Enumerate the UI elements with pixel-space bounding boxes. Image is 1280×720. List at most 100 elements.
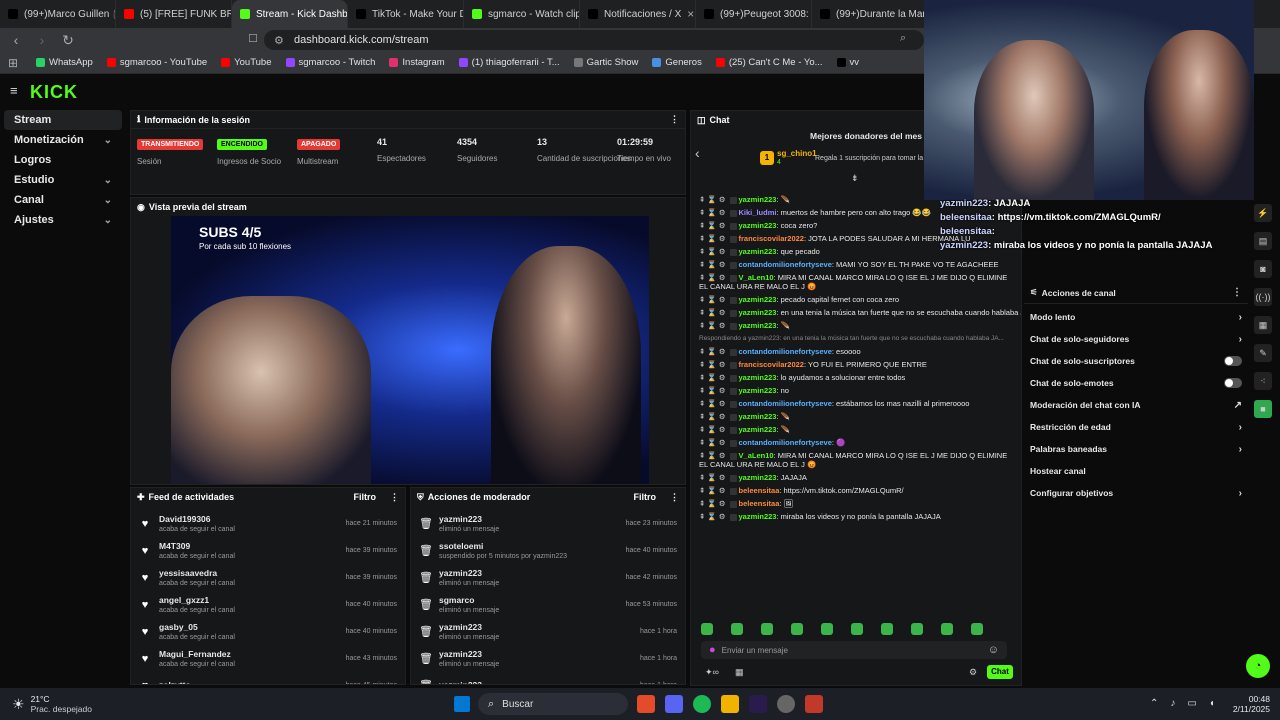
chat-username[interactable]: Kiki_ludmi bbox=[739, 208, 777, 217]
item-username[interactable]: yazmin223 bbox=[439, 514, 499, 524]
sidebar-item[interactable]: Estudio ⌄ bbox=[4, 170, 122, 190]
item-username[interactable]: sgmarco bbox=[439, 595, 499, 605]
chat-message[interactable]: ⇞ ⌛ ⚙ yazmin223: JAJAJA bbox=[691, 473, 1021, 482]
chat-username[interactable]: yazmin223 bbox=[739, 321, 777, 330]
hamburger-menu-icon[interactable]: ≡ bbox=[10, 83, 18, 98]
broadcast-icon[interactable]: ((·)) bbox=[1254, 288, 1272, 306]
list-item[interactable]: 🗑 yazmin223 eliminó un mensaje hace 1 hora bbox=[411, 618, 685, 645]
emote-icon[interactable] bbox=[791, 623, 803, 635]
sidebar-item[interactable]: Monetización ⌄ bbox=[4, 130, 122, 150]
chat-username[interactable]: contandomilionefortyseve bbox=[739, 347, 832, 356]
list-item[interactable]: ♥ zolzytto hace 45 minutos bbox=[131, 672, 405, 685]
chat-tools-icon[interactable]: ✦∞ bbox=[705, 667, 719, 678]
list-item[interactable]: ♥ M4T309 acaba de seguir el canal hace 39 m… bbox=[131, 537, 405, 564]
mod-tools-icon[interactable]: ⇞ ⌛ ⚙ bbox=[699, 221, 726, 230]
chat-input[interactable]: ● Enviar un mensaje ☺ bbox=[701, 641, 1007, 659]
item-username[interactable]: gasby_05 bbox=[159, 622, 235, 632]
list-item[interactable]: 🗑 yazmin223 hace 1 hora bbox=[411, 672, 685, 685]
send-chat-button[interactable]: Chat bbox=[987, 665, 1013, 679]
chat-username[interactable]: yazmin223 bbox=[739, 247, 777, 256]
calendar-icon[interactable]: ▦ bbox=[735, 667, 744, 678]
gift-cta[interactable]: Regala 1 suscripción para tomar la bbox=[815, 155, 923, 162]
channel-action-item[interactable]: Hostear canal bbox=[1024, 460, 1248, 482]
chat-message[interactable]: ⇞ ⌛ ⚙ yazmin223: en una tenia la música t… bbox=[691, 308, 1021, 317]
spotify-icon[interactable] bbox=[693, 695, 711, 713]
mod-tools-icon[interactable]: ⇞ ⌛ ⚙ bbox=[699, 386, 726, 395]
windows-start-icon[interactable] bbox=[454, 696, 470, 712]
pin-icon[interactable]: ⇟ bbox=[851, 173, 859, 184]
back-icon[interactable]: ‹ bbox=[6, 32, 26, 48]
sidebar-item[interactable]: Stream bbox=[4, 110, 122, 130]
browser-tab[interactable]: (99+)Marco Guillen 🦍× bbox=[0, 0, 116, 28]
mod-tools-icon[interactable]: ⇞ ⌛ ⚙ bbox=[699, 451, 726, 460]
chat-message[interactable]: ⇞ ⌛ ⚙ V_aLen10: MIRA MI CANAL MARCO MIRA … bbox=[691, 451, 1021, 469]
item-username[interactable]: David199306 bbox=[159, 514, 235, 524]
channel-action-item[interactable]: Chat de solo-suscriptores bbox=[1024, 350, 1248, 372]
sidebar-item[interactable]: Canal ⌄ bbox=[4, 190, 122, 210]
chat-settings-icon[interactable]: ⚙ bbox=[969, 667, 977, 678]
list-item[interactable]: 🗑 yazmin223 eliminó un mensaje hace 1 hora bbox=[411, 645, 685, 672]
mod-tools-icon[interactable]: ⇞ ⌛ ⚙ bbox=[699, 208, 726, 217]
chat-message[interactable]: ⇞ ⌛ ⚙ yazmin223: 🪶 bbox=[691, 412, 1021, 421]
bookmark-item[interactable]: sgmarcoo - Twitch bbox=[285, 57, 375, 68]
reload-icon[interactable]: ↻ bbox=[58, 32, 78, 49]
browser-tab[interactable]: sgmarco - Watch clips× bbox=[464, 0, 580, 28]
list-item[interactable]: 🗑 ssoteloemi suspendido por 5 minutos por … bbox=[411, 537, 685, 564]
mod-tools-icon[interactable]: ⇞ ⌛ ⚙ bbox=[699, 308, 726, 317]
channel-actions-more-icon[interactable]: ⋮ bbox=[1232, 287, 1242, 298]
browser-tab[interactable]: (99+)Durante la March× bbox=[812, 0, 928, 28]
help-chat-icon[interactable]: ◔ bbox=[1246, 654, 1270, 678]
forward-icon[interactable]: › bbox=[32, 32, 52, 48]
emote-icon[interactable] bbox=[881, 623, 893, 635]
sidebar-item[interactable]: Ajustes ⌄ bbox=[4, 210, 122, 230]
emote-icon[interactable] bbox=[731, 623, 743, 635]
volume-icon[interactable]: ◖ bbox=[1209, 698, 1215, 709]
bookmark-item[interactable]: vv bbox=[836, 57, 859, 68]
list-item[interactable]: ♥ yessisaavedra acaba de seguir el canal ha… bbox=[131, 564, 405, 591]
item-username[interactable]: yessisaavedra bbox=[159, 568, 235, 578]
toggle-switch[interactable] bbox=[1224, 378, 1242, 388]
list-item[interactable]: ♥ gasby_05 acaba de seguir el canal hace 40… bbox=[131, 618, 405, 645]
chat-username[interactable]: yazmin223 bbox=[739, 412, 777, 421]
channel-action-item[interactable]: Configurar objetivos › bbox=[1024, 482, 1248, 504]
mod-tools-icon[interactable]: ⇞ ⌛ ⚙ bbox=[699, 399, 726, 408]
document-icon[interactable]: ▤ bbox=[1254, 232, 1272, 250]
browser-tab[interactable]: (99+)Peugeot 3008: Sc× bbox=[696, 0, 812, 28]
bookmark-item[interactable]: Instagram bbox=[389, 57, 445, 68]
chat-message[interactable]: ⇞ ⌛ ⚙ contandomilionefortyseve: 🟣 bbox=[691, 438, 1021, 447]
chat-username[interactable]: yazmin223 bbox=[739, 308, 777, 317]
chat-message[interactable]: ⇞ ⌛ ⚙ yazmin223: 🪶 bbox=[691, 321, 1021, 330]
mod-tools-icon[interactable]: ⇞ ⌛ ⚙ bbox=[699, 273, 726, 282]
premiere-icon[interactable] bbox=[749, 695, 767, 713]
mod-tools-icon[interactable]: ⇞ ⌛ ⚙ bbox=[699, 234, 726, 243]
emote-icon[interactable] bbox=[971, 623, 983, 635]
chat-bubble-icon[interactable]: ◙ bbox=[1254, 260, 1272, 278]
mod-tools-icon[interactable]: ⇞ ⌛ ⚙ bbox=[699, 425, 726, 434]
chat-message[interactable]: ⇞ ⌛ ⚙ yazmin223: pecado capital fernet co… bbox=[691, 295, 1021, 304]
kick-logo[interactable]: KICK bbox=[30, 82, 78, 103]
chat-username[interactable]: yazmin223 bbox=[739, 512, 777, 521]
chat-message[interactable]: ⇞ ⌛ ⚙ yazmin223: lo ayudamos a solucionar… bbox=[691, 373, 1021, 382]
mod-tools-icon[interactable]: ⇞ ⌛ ⚙ bbox=[699, 473, 726, 482]
emote-icon[interactable] bbox=[851, 623, 863, 635]
bookmark-item[interactable]: YouTube bbox=[221, 57, 272, 68]
file-explorer-icon[interactable] bbox=[721, 695, 739, 713]
bookmark-item[interactable]: (25) Can't C Me - Yo... bbox=[715, 57, 823, 68]
channel-action-item[interactable]: Palabras baneadas › bbox=[1024, 438, 1248, 460]
chat-username[interactable]: yazmin223 bbox=[739, 425, 777, 434]
mod-tools-icon[interactable]: ⇞ ⌛ ⚙ bbox=[699, 499, 726, 508]
chat-message[interactable]: ⇞ ⌛ ⚙ contandomilionefortyseve: esoooo bbox=[691, 347, 1021, 356]
feed-filter-button[interactable]: Filtro bbox=[354, 492, 377, 502]
brave-icon[interactable] bbox=[637, 695, 655, 713]
chat-message[interactable]: ⇞ ⌛ ⚙ yazmin223: no bbox=[691, 386, 1021, 395]
emote-icon[interactable] bbox=[941, 623, 953, 635]
taskbar-search[interactable]: ⌕ Buscar bbox=[478, 693, 628, 715]
chat-username[interactable]: yazmin223 bbox=[739, 473, 777, 482]
item-username[interactable]: M4T309 bbox=[159, 541, 235, 551]
mod-tools-icon[interactable]: ⇞ ⌛ ⚙ bbox=[699, 373, 726, 382]
chat-username[interactable]: yazmin223 bbox=[739, 195, 777, 204]
weather-widget[interactable]: 21°C Prac. despejado bbox=[31, 694, 92, 714]
tools-icon[interactable]: ✎ bbox=[1254, 344, 1272, 362]
emote-icon[interactable] bbox=[911, 623, 923, 635]
emoji-icon[interactable]: ☺ bbox=[988, 644, 999, 656]
